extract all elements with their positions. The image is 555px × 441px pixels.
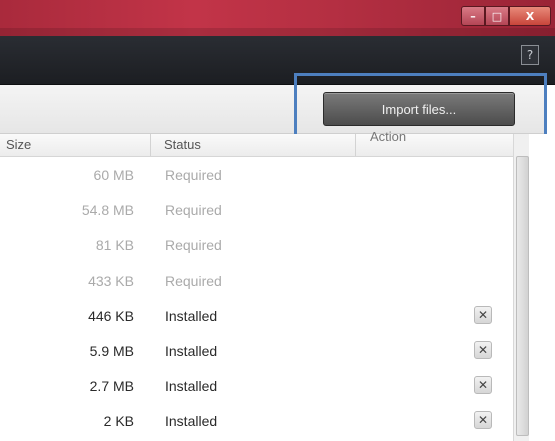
vertical-scrollbar[interactable] — [513, 134, 530, 441]
remove-icon[interactable]: ✕ — [474, 340, 492, 359]
scrollbar-thumb[interactable] — [516, 156, 529, 436]
table-row[interactable]: 433 KB Required — [0, 263, 513, 298]
column-divider — [355, 134, 356, 156]
window-controls: – □ X — [461, 6, 551, 26]
table-header: Size Status Action — [0, 129, 513, 157]
table-body: 60 MB Required 54.8 MB Required 81 KB Require… — [0, 157, 513, 439]
import-files-button[interactable]: Import files... — [323, 92, 515, 126]
status-cell: Required — [165, 272, 222, 289]
status-cell: Required — [165, 237, 222, 254]
size-cell: 2.7 MB — [89, 378, 134, 395]
help-icon[interactable]: ? — [521, 45, 539, 65]
column-header-status[interactable]: Status — [164, 137, 201, 152]
toolbar: Import files... — [0, 85, 546, 134]
status-cell: Installed — [165, 413, 218, 430]
minimize-button[interactable]: – — [461, 6, 485, 26]
remove-icon[interactable]: ✕ — [474, 305, 492, 324]
remove-icon[interactable]: ✕ — [474, 411, 492, 430]
close-button[interactable]: X — [509, 6, 551, 26]
table-row[interactable]: 2 KB Installed ✕ — [0, 403, 513, 438]
table-row[interactable]: 5.9 MB Installed ✕ — [0, 333, 513, 368]
size-cell: 54.8 MB — [81, 202, 134, 219]
table-row[interactable]: 54.8 MB Required — [0, 192, 513, 227]
size-cell: 60 MB — [93, 167, 134, 183]
status-cell: Required — [165, 167, 222, 183]
size-cell: 2 KB — [103, 413, 134, 430]
table-row[interactable]: 81 KB Required — [0, 227, 513, 262]
status-cell: Installed — [165, 378, 218, 395]
table-row[interactable]: 2.7 MB Installed ✕ — [0, 368, 513, 403]
remove-icon[interactable]: ✕ — [474, 376, 492, 395]
column-divider — [150, 134, 151, 156]
column-header-action[interactable]: Action — [370, 129, 406, 144]
window-edge — [529, 134, 555, 441]
size-cell: 81 KB — [95, 237, 134, 254]
status-cell: Installed — [165, 342, 218, 359]
app-header: ? — [0, 36, 555, 85]
status-cell: Installed — [165, 307, 218, 324]
table-row[interactable]: 446 KB Installed ✕ — [0, 298, 513, 333]
size-cell: 446 KB — [88, 307, 134, 324]
status-cell: Required — [165, 202, 222, 219]
maximize-button[interactable]: □ — [485, 6, 509, 26]
table-row[interactable]: 60 MB Required — [0, 157, 513, 192]
window-titlebar: – □ X — [0, 0, 555, 36]
size-cell: 433 KB — [88, 272, 134, 289]
column-header-size[interactable]: Size — [6, 137, 31, 152]
size-cell: 5.9 MB — [89, 342, 134, 359]
